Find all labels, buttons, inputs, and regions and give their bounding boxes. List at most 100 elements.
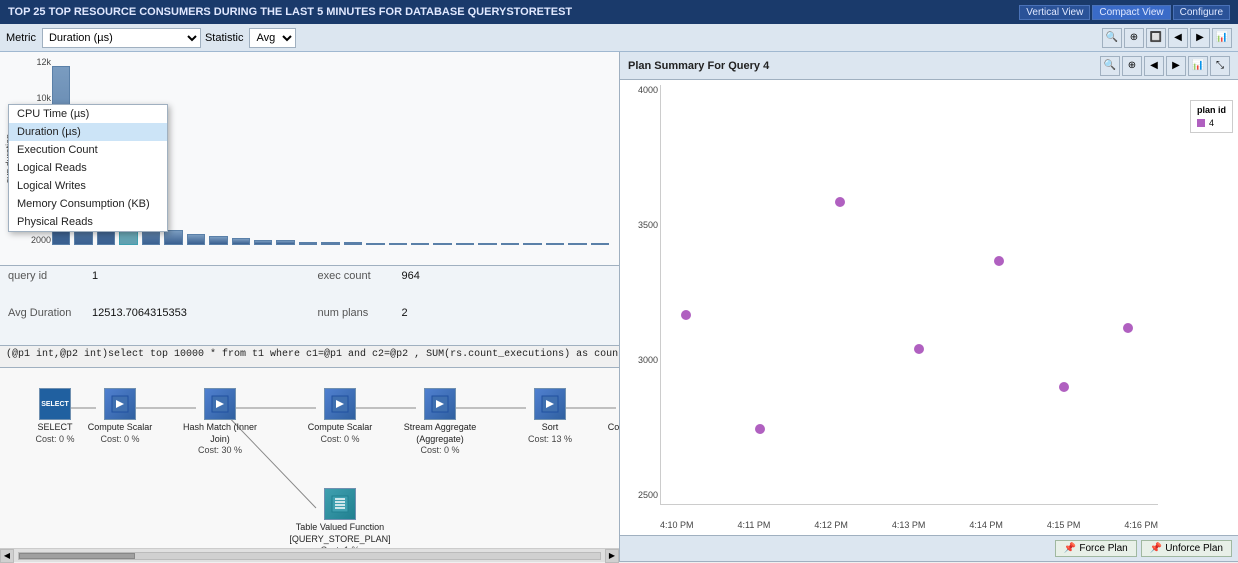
prev-icon[interactable]: ◀ bbox=[1168, 28, 1188, 48]
plan-icon-2[interactable]: ⊕ bbox=[1122, 56, 1142, 76]
right-panel: Plan Summary For Query 4 🔍 ⊕ ◀ ▶ 📊 ⤡ 400… bbox=[620, 52, 1238, 562]
dropdown-item-duration[interactable]: Duration (µs) bbox=[9, 123, 167, 141]
y-label-1: 3500 bbox=[638, 220, 658, 230]
next-icon[interactable]: ▶ bbox=[1190, 28, 1210, 48]
x-label-2: 4:12 PM bbox=[814, 520, 848, 530]
bar-25[interactable] bbox=[591, 243, 609, 245]
unforce-plan-label: Unforce Plan bbox=[1165, 543, 1223, 554]
dropdown-item-cpu[interactable]: CPU Time (µs) bbox=[9, 105, 167, 123]
statistic-select[interactable]: Avg Min Max bbox=[249, 28, 296, 48]
plan-node-cs2[interactable]: Compute ScalarCost: 0 % bbox=[300, 388, 380, 444]
title-bar-buttons: Vertical View Compact View Configure bbox=[1019, 5, 1230, 20]
bar-21[interactable] bbox=[501, 243, 519, 245]
x-label-0: 4:10 PM bbox=[660, 520, 694, 530]
dropdown-item-logwrites[interactable]: Logical Writes bbox=[9, 177, 167, 195]
bottom-scrollbar[interactable]: ◀ ▶ bbox=[0, 548, 619, 562]
scatter-dot-2 bbox=[835, 197, 845, 207]
scroll-right-arrow[interactable]: ▶ bbox=[605, 549, 619, 563]
plan-node-tvf2[interactable]: Table Valued Function [QUERY_STORE_PLAN]… bbox=[300, 488, 380, 548]
bar-18[interactable] bbox=[433, 243, 451, 245]
plan-nodes: SELECTSELECTCost: 0 %Compute ScalarCost:… bbox=[0, 368, 619, 548]
force-plan-label: Force Plan bbox=[1079, 543, 1127, 554]
title-bar: TOP 25 TOP RESOURCE CONSUMERS DURING THE… bbox=[0, 0, 1238, 24]
plan-icon-3[interactable]: ◀ bbox=[1144, 56, 1164, 76]
plan-icon-5[interactable]: 📊 bbox=[1188, 56, 1208, 76]
node-icon-cs1 bbox=[104, 388, 136, 420]
bar-13[interactable] bbox=[321, 242, 339, 246]
fit-icon[interactable]: ⊕ bbox=[1124, 28, 1144, 48]
y-label-2: 3000 bbox=[638, 355, 658, 365]
chart-icon[interactable]: 📊 bbox=[1212, 28, 1232, 48]
node-icon-cs2 bbox=[324, 388, 356, 420]
x-label-6: 4:16 PM bbox=[1124, 520, 1158, 530]
scatter-dot-0 bbox=[681, 310, 691, 320]
bar-24[interactable] bbox=[568, 243, 586, 245]
exec-plan[interactable]: SELECTSELECTCost: 0 %Compute ScalarCost:… bbox=[0, 368, 619, 548]
dropdown-item-physreads[interactable]: Physical Reads bbox=[9, 213, 167, 231]
configure-button[interactable]: Configure bbox=[1173, 5, 1230, 20]
bar-8[interactable] bbox=[209, 236, 227, 245]
bar-17[interactable] bbox=[411, 243, 429, 245]
scroll-left-arrow[interactable]: ◀ bbox=[0, 549, 14, 563]
node-cost-hm1: Cost: 30 % bbox=[198, 445, 242, 455]
bar-6[interactable] bbox=[164, 230, 182, 245]
y-tick-1: 10k bbox=[36, 93, 51, 103]
y-tick-5: 2000 bbox=[31, 235, 51, 245]
compact-view-button[interactable]: Compact View bbox=[1092, 5, 1170, 20]
x-label-4: 4:14 PM bbox=[969, 520, 1003, 530]
bar-20[interactable] bbox=[478, 243, 496, 245]
node-label-cs2: Compute Scalar bbox=[308, 422, 373, 434]
query-id-row: query id 1 bbox=[8, 270, 302, 305]
node-cost-tvf2: Cost: 1 % bbox=[320, 545, 359, 548]
vertical-view-button[interactable]: Vertical View bbox=[1019, 5, 1090, 20]
plan-summary-title: Plan Summary For Query 4 bbox=[628, 60, 769, 72]
zoom-in-icon[interactable]: 🔍 bbox=[1102, 28, 1122, 48]
plan-node-sa1[interactable]: Stream Aggregate (Aggregate)Cost: 0 % bbox=[400, 388, 480, 455]
avg-duration-label: Avg Duration bbox=[8, 307, 88, 342]
metric-select[interactable]: Duration (µs) CPU Time (µs) Execution Co… bbox=[42, 28, 201, 48]
plan-node-cs3[interactable]: Compute ScalarCost: 0 % bbox=[600, 388, 619, 444]
bar-11[interactable] bbox=[276, 240, 294, 246]
y-label-0: 4000 bbox=[638, 85, 658, 95]
scroll-track[interactable] bbox=[18, 552, 601, 560]
bar-10[interactable] bbox=[254, 240, 272, 246]
bar-16[interactable] bbox=[389, 243, 407, 245]
scatter-dot-5 bbox=[1059, 382, 1069, 392]
plan-icon-6[interactable]: ⤡ bbox=[1210, 56, 1230, 76]
dropdown-item-memcons[interactable]: Memory Consumption (KB) bbox=[9, 195, 167, 213]
plan-icon-4[interactable]: ▶ bbox=[1166, 56, 1186, 76]
plan-node-hm1[interactable]: Hash Match (Inner Join)Cost: 30 % bbox=[180, 388, 260, 455]
node-icon-sort1 bbox=[534, 388, 566, 420]
metric-dropdown: CPU Time (µs) Duration (µs) Execution Co… bbox=[8, 104, 168, 232]
bar-23[interactable] bbox=[546, 243, 564, 245]
exec-count-row: exec count 964 bbox=[318, 270, 612, 305]
dropdown-item-execcount[interactable]: Execution Count bbox=[9, 141, 167, 159]
num-plans-label: num plans bbox=[318, 307, 398, 342]
node-icon-sa1 bbox=[424, 388, 456, 420]
node-label-sort1: Sort bbox=[542, 422, 559, 434]
plan-node-cs1[interactable]: Compute ScalarCost: 0 % bbox=[80, 388, 160, 444]
bar-19[interactable] bbox=[456, 243, 474, 245]
scatter-x-labels: 4:10 PM 4:11 PM 4:12 PM 4:13 PM 4:14 PM … bbox=[660, 520, 1158, 530]
scroll-thumb[interactable] bbox=[19, 553, 135, 559]
dropdown-item-logreads[interactable]: Logical Reads bbox=[9, 159, 167, 177]
unforce-plan-button[interactable]: 📌 Unforce Plan bbox=[1141, 540, 1232, 557]
scatter-legend: plan id 4 bbox=[1190, 100, 1233, 133]
node-label-sa1: Stream Aggregate (Aggregate) bbox=[400, 422, 480, 445]
force-bar: 📌 Force Plan 📌 Unforce Plan bbox=[620, 536, 1238, 562]
toolbar: Metric Duration (µs) CPU Time (µs) Execu… bbox=[0, 24, 1238, 52]
node-label-select: SELECT bbox=[37, 422, 72, 434]
left-panel: avg duration 12k 10k 8k 6000 4000 2000 C… bbox=[0, 52, 620, 562]
plan-node-sort1[interactable]: SortCost: 13 % bbox=[510, 388, 590, 444]
zoom-out-icon[interactable]: 🔲 bbox=[1146, 28, 1166, 48]
bar-7[interactable] bbox=[187, 234, 205, 245]
bar-22[interactable] bbox=[523, 243, 541, 245]
scatter-dot-4 bbox=[994, 256, 1004, 266]
bar-9[interactable] bbox=[232, 238, 250, 246]
force-plan-button[interactable]: 📌 Force Plan bbox=[1055, 540, 1137, 557]
bar-12[interactable] bbox=[299, 242, 317, 246]
plan-icon-1[interactable]: 🔍 bbox=[1100, 56, 1120, 76]
x-label-5: 4:15 PM bbox=[1047, 520, 1081, 530]
bar-15[interactable] bbox=[366, 243, 384, 245]
bar-14[interactable] bbox=[344, 242, 362, 246]
